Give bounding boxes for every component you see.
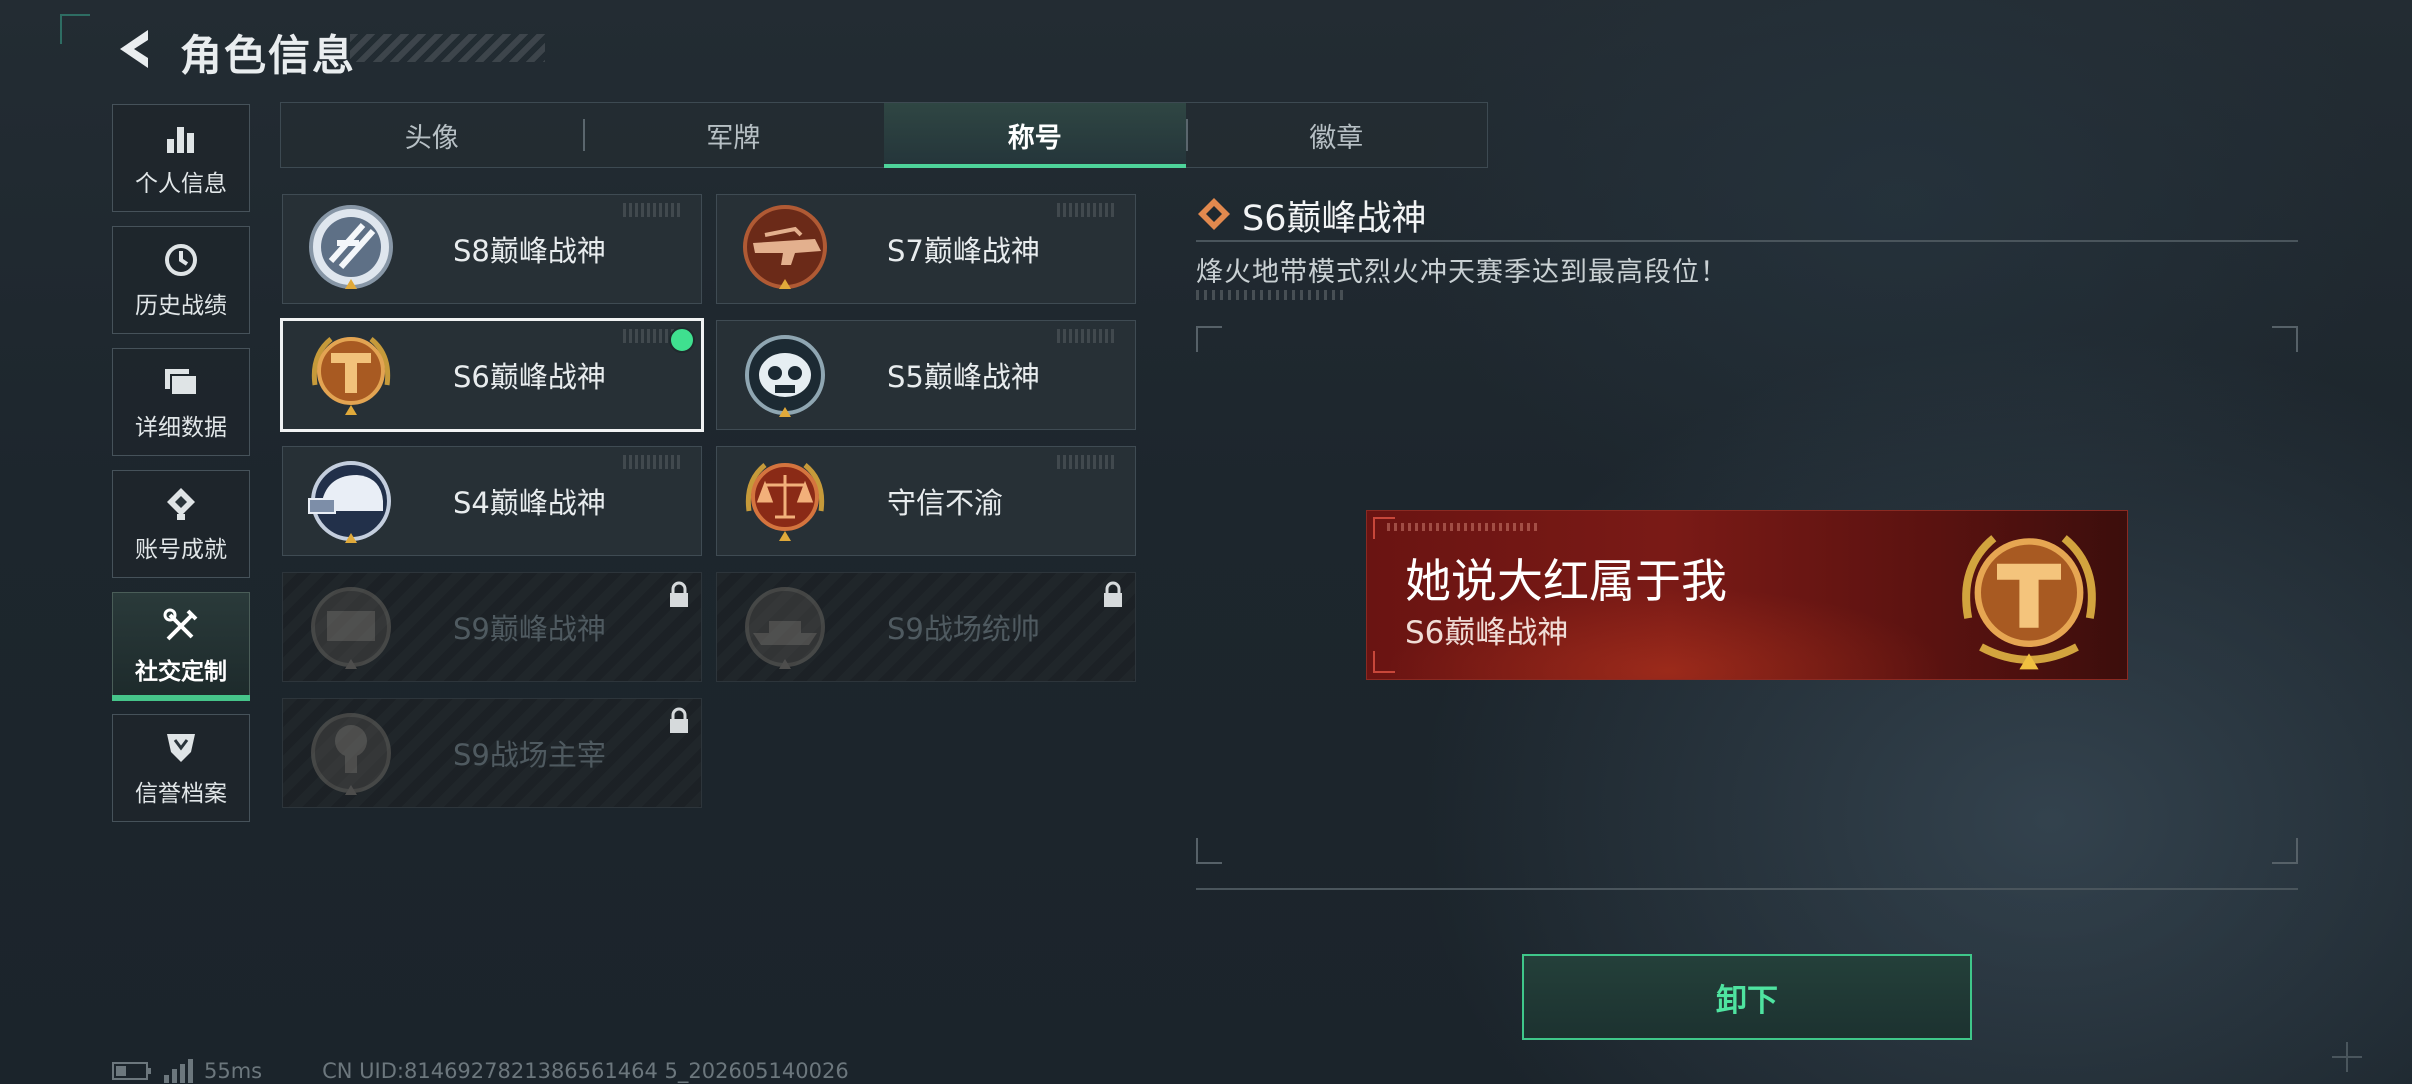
battery-icon [112,1062,151,1080]
title-name: 守信不渝 [887,486,1004,520]
achievement-icon [161,484,201,524]
sidebar-item-social-custom[interactable]: 社交定制 [112,592,250,701]
corner-bracket [60,14,90,44]
back-button[interactable] [112,26,158,72]
title-name: S9战场统帅 [887,612,1040,646]
title-decoration [350,34,545,62]
signal-icon [164,1059,193,1083]
sidebar-item-label: 个人信息 [135,171,227,197]
title-name: S5巅峰战神 [887,360,1040,394]
sidebar-item-achievements[interactable]: 账号成就 [112,470,250,578]
title-card-s4-peak[interactable]: S4巅峰战神 [282,446,702,556]
sidebar-item-credit-record[interactable]: 信誉档案 [112,714,250,822]
title-card-s5-peak[interactable]: S5巅峰战神 [716,320,1136,430]
ping-value: 55ms [204,1059,263,1083]
sidebar-item-label: 信誉档案 [135,781,227,807]
sidebar-item-label: 详细数据 [135,415,227,441]
sidebar-item-match-history[interactable]: 历史战绩 [112,226,250,334]
s9-commander-emblem-icon [745,587,825,669]
detail-title: S6巅峰战神 [1242,199,1427,239]
scales-emblem-icon [745,463,825,541]
uid-text: CN UID:8146927821386561464 5_20260514002… [322,1059,849,1083]
category-tabs: 头像 军牌 称号 徽章 [280,102,1488,168]
tab-avatar[interactable]: 头像 [281,103,583,167]
title-name: S9战场主宰 [453,738,606,772]
shield-badge-icon [161,728,201,768]
divider [1196,888,2298,890]
s8-emblem-icon [309,205,393,289]
s5-emblem-icon [745,335,825,417]
card-decoration [623,455,683,469]
status-bar: 55ms CN UID:8146927821386561464 5_202605… [112,1058,849,1084]
lock-icon [670,581,688,607]
title-name: S7巅峰战神 [887,234,1040,268]
card-decoration [1057,203,1117,217]
tab-dog-tag[interactable]: 军牌 [582,103,885,167]
title-card-trustworthy[interactable]: 守信不渝 [716,446,1136,556]
plate-decoration [1387,523,1537,531]
s7-emblem-icon [743,205,827,289]
title-card-s8-peak[interactable]: S8巅峰战神 [282,194,702,304]
player-name: 她说大红属于我 [1405,554,1727,608]
s9-dominator-emblem-icon [311,713,391,795]
s6-emblem-icon [1962,535,2096,670]
back-arrow-icon [120,30,148,68]
clock-history-icon [161,240,201,280]
s6-emblem-icon [311,337,391,415]
card-decoration [1057,329,1117,343]
divider [1196,240,2298,242]
sidebar-item-label: 社交定制 [135,659,227,685]
sidebar-item-label: 历史战绩 [135,293,227,319]
diamond-icon [1198,198,1230,230]
sidebar-item-personal-info[interactable]: 个人信息 [112,104,250,212]
title-card-s6-peak[interactable]: S6巅峰战神 [280,318,704,432]
sidebar-item-label: 账号成就 [135,537,227,563]
title-card-s7-peak[interactable]: S7巅峰战神 [716,194,1136,304]
title-name: S8巅峰战神 [453,234,606,268]
page-title: 角色信息 [180,31,357,80]
tab-badge[interactable]: 徽章 [1185,103,1488,167]
sidebar-item-detailed-data[interactable]: 详细数据 [112,348,250,456]
title-name: S4巅峰战神 [453,486,606,520]
equipped-indicator [669,327,695,353]
unequip-button[interactable]: 卸下 [1522,954,1972,1040]
lock-icon [1104,581,1122,607]
description-decoration [1196,290,1346,300]
folder-icon [161,362,201,402]
s9-peak-emblem-icon [311,587,391,669]
title-name: S6巅峰战神 [453,360,606,394]
card-decoration [1057,455,1117,469]
title-card-s9-commander[interactable]: S9战场统帅 [716,572,1136,682]
title-card-s9-dominator[interactable]: S9战场主宰 [282,698,702,808]
nameplate-preview: 她说大红属于我 S6巅峰战神 [1366,510,2128,680]
tools-icon [161,606,201,646]
plate-title: S6巅峰战神 [1405,615,1569,651]
plus-icon [2332,1042,2362,1072]
tab-title[interactable]: 称号 [884,103,1186,168]
title-card-s9-peak[interactable]: S9巅峰战神 [282,572,702,682]
card-decoration [623,203,683,217]
detail-description: 烽火地带模式烈火冲天赛季达到最高段位！ [1196,257,1728,288]
s4-emblem-icon [308,461,391,543]
title-name: S9巅峰战神 [453,612,606,646]
lock-icon [670,707,688,733]
bar-chart-icon [161,118,201,158]
